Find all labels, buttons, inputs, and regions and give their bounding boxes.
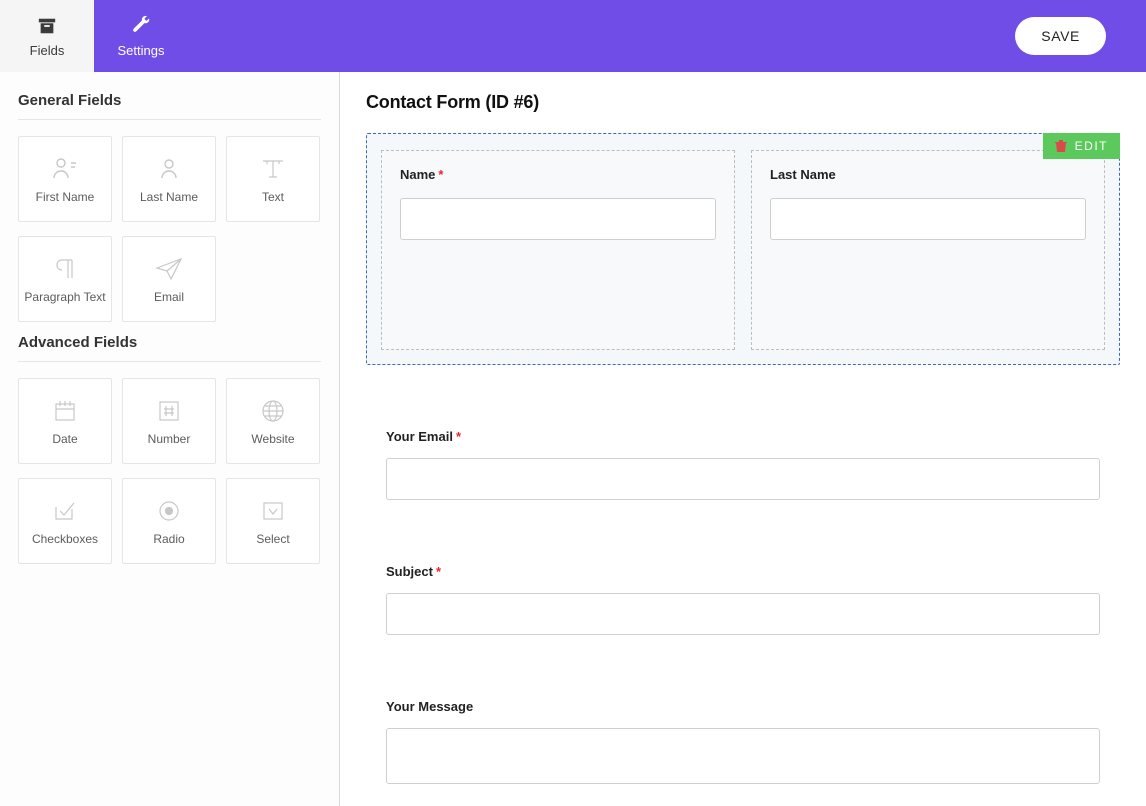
field-card-date[interactable]: Date [18, 378, 112, 464]
archive-icon [36, 15, 58, 37]
field-card-website[interactable]: Website [226, 378, 320, 464]
label-text: Subject [386, 564, 433, 579]
field-card-email[interactable]: Email [122, 236, 216, 322]
page-title: Contact Form (ID #6) [366, 92, 1120, 113]
field-label: Subject* [386, 564, 1100, 579]
save-button[interactable]: SAVE [1015, 17, 1106, 55]
divider [18, 361, 321, 362]
form-field-email[interactable]: Your Email* [366, 429, 1120, 500]
label-text: Your Message [386, 699, 473, 714]
form-field-name[interactable]: Name* [381, 150, 735, 350]
tab-fields-label: Fields [30, 43, 65, 58]
required-star: * [438, 167, 443, 182]
field-card-label: Website [251, 432, 294, 446]
advanced-fields-grid: Date Number Website [18, 378, 321, 564]
text-icon [258, 154, 288, 184]
label-text: Your Email [386, 429, 453, 444]
field-card-label: Radio [153, 532, 184, 546]
field-card-select[interactable]: Select [226, 478, 320, 564]
person-icon [154, 154, 184, 184]
field-card-label: Text [262, 190, 284, 204]
field-card-text[interactable]: Text [226, 136, 320, 222]
globe-icon [258, 396, 288, 426]
tab-settings[interactable]: Settings [94, 0, 188, 72]
name-input[interactable] [400, 198, 716, 240]
edit-label: EDIT [1075, 139, 1108, 153]
field-label: Your Email* [386, 429, 1100, 444]
last-name-input[interactable] [770, 198, 1086, 240]
topbar: Fields Settings SAVE [0, 0, 1146, 72]
field-card-label: Select [256, 532, 289, 546]
edit-button[interactable]: EDIT [1043, 133, 1120, 159]
tab-fields[interactable]: Fields [0, 0, 94, 72]
calendar-icon [50, 396, 80, 426]
field-card-label: Checkboxes [32, 532, 98, 546]
field-card-radio[interactable]: Radio [122, 478, 216, 564]
field-card-checkboxes[interactable]: Checkboxes [18, 478, 112, 564]
field-card-label: Number [148, 432, 191, 446]
form-field-last-name[interactable]: Last Name [751, 150, 1105, 350]
wrench-icon [130, 15, 152, 37]
field-card-label: Last Name [140, 190, 198, 204]
required-star: * [456, 429, 461, 444]
sidebar: General Fields First Name Last Name [0, 72, 340, 806]
divider [18, 119, 321, 120]
person-icon [50, 154, 80, 184]
checkbox-icon [50, 496, 80, 526]
required-star: * [436, 564, 441, 579]
form-field-message[interactable]: Your Message [366, 699, 1120, 784]
hash-icon [154, 396, 184, 426]
message-input[interactable] [386, 728, 1100, 784]
form-field-subject[interactable]: Subject* [366, 564, 1120, 635]
field-card-number[interactable]: Number [122, 378, 216, 464]
field-card-label: Email [154, 290, 184, 304]
field-label: Last Name [770, 167, 1086, 182]
field-row-selected[interactable]: EDIT Name* Last Name [366, 133, 1120, 365]
field-card-label: First Name [36, 190, 95, 204]
field-card-first-name[interactable]: First Name [18, 136, 112, 222]
field-label: Your Message [386, 699, 1100, 714]
subject-input[interactable] [386, 593, 1100, 635]
field-label: Name* [400, 167, 716, 182]
general-fields-heading: General Fields [18, 92, 321, 109]
email-input[interactable] [386, 458, 1100, 500]
label-text: Last Name [770, 167, 836, 182]
field-card-label: Date [52, 432, 77, 446]
paper-plane-icon [154, 254, 184, 284]
radio-icon [154, 496, 184, 526]
tab-settings-label: Settings [118, 43, 165, 58]
field-card-last-name[interactable]: Last Name [122, 136, 216, 222]
paragraph-icon [50, 254, 80, 284]
advanced-fields-heading: Advanced Fields [18, 334, 321, 351]
trash-icon [1055, 139, 1067, 153]
field-card-paragraph[interactable]: Paragraph Text [18, 236, 112, 322]
main-area: Contact Form (ID #6) EDIT Name* Last Nam… [340, 72, 1146, 806]
chevron-down-icon [258, 496, 288, 526]
field-card-label: Paragraph Text [24, 290, 105, 304]
general-fields-grid: First Name Last Name Text [18, 136, 321, 322]
label-text: Name [400, 167, 435, 182]
